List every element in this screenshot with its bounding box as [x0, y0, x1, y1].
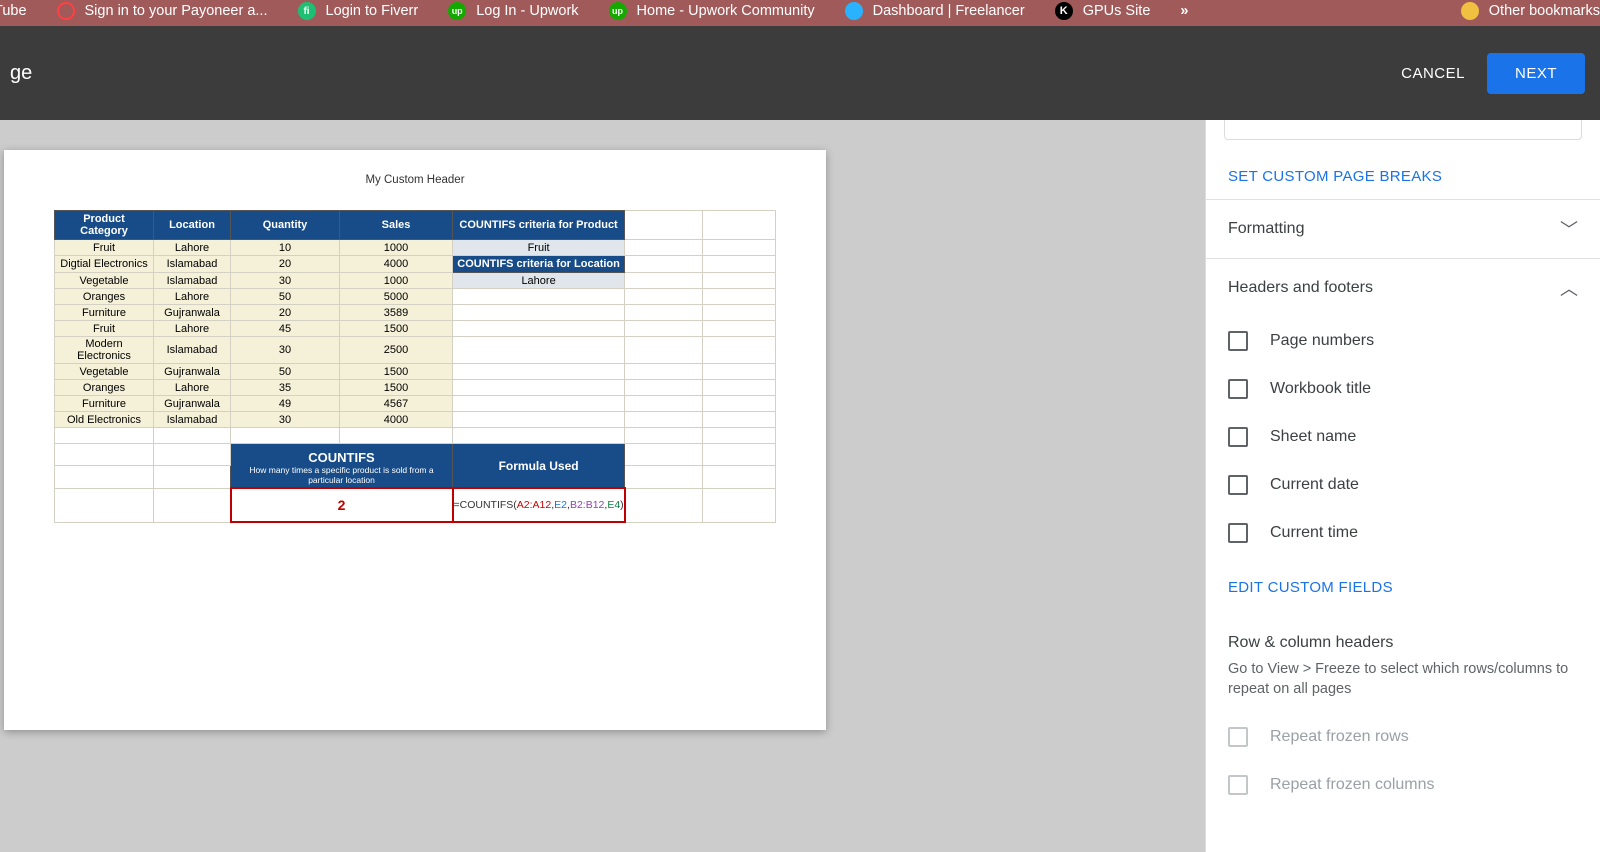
checkbox-icon[interactable]: [1228, 475, 1248, 495]
option-label: Sheet name: [1270, 428, 1356, 446]
table-row: Modern ElectronicsIslamabad302500: [55, 337, 776, 364]
blank-row: [55, 428, 776, 444]
table-row: OrangesLahore351500: [55, 380, 776, 396]
option-label: Page numbers: [1270, 332, 1374, 350]
col-header: COUNTIFS criteria for Product: [453, 211, 625, 240]
table-row: Vegetable Islamabad 30 1000 Lahore: [55, 273, 776, 289]
bookmark-label: Log In - Upwork: [476, 3, 578, 19]
cancel-button[interactable]: CANCEL: [1401, 65, 1465, 82]
table-row: FurnitureGujranwala494567: [55, 396, 776, 412]
other-bookmarks[interactable]: Other bookmarks: [1461, 2, 1600, 20]
print-top-bar: ge CANCEL NEXT: [0, 26, 1600, 120]
bookmark-freelancer[interactable]: Dashboard | Freelancer: [845, 2, 1025, 20]
col-header: Product Category: [55, 211, 154, 240]
bookmark-fiverr[interactable]: fi Login to Fiverr: [298, 2, 419, 20]
countifs-title-cell: COUNTIFS How many times a specific produ…: [231, 444, 453, 489]
other-bookmarks-label: Other bookmarks: [1489, 3, 1600, 19]
table-row: VegetableGujranwala501500: [55, 364, 776, 380]
table-row: Digtial Electronics Islamabad 20 4000 CO…: [55, 256, 776, 273]
sheet-name-option[interactable]: Sheet name: [1206, 413, 1600, 461]
workbook-title-option[interactable]: Workbook title: [1206, 365, 1600, 413]
criteria-location-value: Lahore: [453, 273, 625, 289]
page-title: ge: [10, 62, 32, 85]
bookmark-label: Home - Upwork Community: [637, 3, 815, 19]
current-time-option[interactable]: Current time: [1206, 509, 1600, 557]
headers-footers-section-header[interactable]: Headers and footers ︿: [1206, 258, 1600, 317]
option-label: Repeat frozen rows: [1270, 728, 1409, 746]
custom-header-text: My Custom Header: [54, 174, 776, 186]
repeat-frozen-rows-option: Repeat frozen rows: [1206, 713, 1600, 761]
formatting-section-header[interactable]: Formatting ﹀: [1206, 199, 1600, 258]
col-header: Sales: [340, 211, 453, 240]
table-row: Fruit Lahore 10 1000 Fruit: [55, 240, 776, 256]
print-preview-area: My Custom Header Product Category Locati…: [0, 120, 1205, 852]
bookmark-upwork-community[interactable]: up Home - Upwork Community: [609, 2, 815, 20]
table-row: OrangesLahore505000: [55, 289, 776, 305]
option-label: Workbook title: [1270, 380, 1371, 398]
option-label: Current time: [1270, 524, 1358, 542]
countifs-title: COUNTIFS: [235, 450, 448, 465]
bookmark-label: GPUs Site: [1083, 3, 1151, 19]
bookmark-label: Tube: [0, 3, 27, 19]
bookmark-label: Sign in to your Payoneer a...: [85, 3, 268, 19]
page-numbers-option[interactable]: Page numbers: [1206, 317, 1600, 365]
checkbox-icon[interactable]: [1228, 523, 1248, 543]
checkbox-icon[interactable]: [1228, 379, 1248, 399]
helper-text: Go to View > Freeze to select which rows…: [1206, 660, 1600, 713]
chevron-up-icon: ︿: [1560, 275, 1578, 301]
option-label: Current date: [1270, 476, 1359, 494]
formula-title: Formula Used: [453, 444, 625, 489]
table-row: FruitLahore451500: [55, 321, 776, 337]
criteria-product-value: Fruit: [453, 240, 625, 256]
bookmark-label: Dashboard | Freelancer: [873, 3, 1025, 19]
upwork-icon: up: [448, 2, 466, 20]
upwork-icon: up: [609, 2, 627, 20]
data-table: Product Category Location Quantity Sales…: [54, 210, 776, 523]
bookmark-tube[interactable]: Tube: [0, 3, 27, 19]
col-header: Quantity: [231, 211, 340, 240]
folder-icon: [1461, 2, 1479, 20]
result-row: 2 =COUNTIFS(A2:A12,E2,B2:B12,E4): [55, 488, 776, 522]
gpus-icon: K: [1055, 2, 1073, 20]
checkbox-icon: [1228, 775, 1248, 795]
countifs-sub: How many times a specific product is sol…: [235, 465, 448, 485]
criteria-location-label: COUNTIFS criteria for Location: [453, 256, 625, 273]
formatting-label: Formatting: [1228, 220, 1304, 238]
checkbox-icon[interactable]: [1228, 427, 1248, 447]
print-settings-panel: SET CUSTOM PAGE BREAKS Formatting ﹀ Head…: [1205, 120, 1600, 852]
formula-cell: =COUNTIFS(A2:A12,E2,B2:B12,E4): [453, 488, 625, 522]
col-header: Location: [154, 211, 231, 240]
repeat-frozen-columns-option: Repeat frozen columns: [1206, 761, 1600, 809]
set-custom-page-breaks-link[interactable]: SET CUSTOM PAGE BREAKS: [1206, 154, 1600, 199]
checkbox-icon: [1228, 727, 1248, 747]
freelancer-icon: [845, 2, 863, 20]
payoneer-icon: [57, 2, 75, 20]
header-row: Product Category Location Quantity Sales…: [55, 211, 776, 240]
table-row: FurnitureGujranwala203589: [55, 305, 776, 321]
option-label: Repeat frozen columns: [1270, 776, 1435, 794]
bookmarks-bar: Tube Sign in to your Payoneer a... fi Lo…: [0, 0, 1600, 26]
row-column-headers-title: Row & column headers: [1206, 610, 1600, 660]
edit-custom-fields-link[interactable]: EDIT CUSTOM FIELDS: [1206, 557, 1600, 610]
headers-footers-label: Headers and footers: [1228, 279, 1373, 297]
bookmark-overflow-icon[interactable]: »: [1180, 3, 1188, 19]
table-row: Old ElectronicsIslamabad304000: [55, 412, 776, 428]
next-button[interactable]: NEXT: [1487, 53, 1585, 94]
chevron-down-icon: ﹀: [1560, 216, 1578, 242]
fiverr-icon: fi: [298, 2, 316, 20]
bookmark-payoneer[interactable]: Sign in to your Payoneer a...: [57, 2, 268, 20]
bookmark-upwork-login[interactable]: up Log In - Upwork: [448, 2, 578, 20]
bookmark-gpus[interactable]: K GPUs Site: [1055, 2, 1151, 20]
current-date-option[interactable]: Current date: [1206, 461, 1600, 509]
input-remnant[interactable]: [1224, 120, 1582, 140]
countifs-header-row: COUNTIFS How many times a specific produ…: [55, 444, 776, 466]
checkbox-icon[interactable]: [1228, 331, 1248, 351]
bookmark-label: Login to Fiverr: [326, 3, 419, 19]
preview-page: My Custom Header Product Category Locati…: [4, 150, 826, 730]
countifs-result: 2: [231, 488, 453, 522]
